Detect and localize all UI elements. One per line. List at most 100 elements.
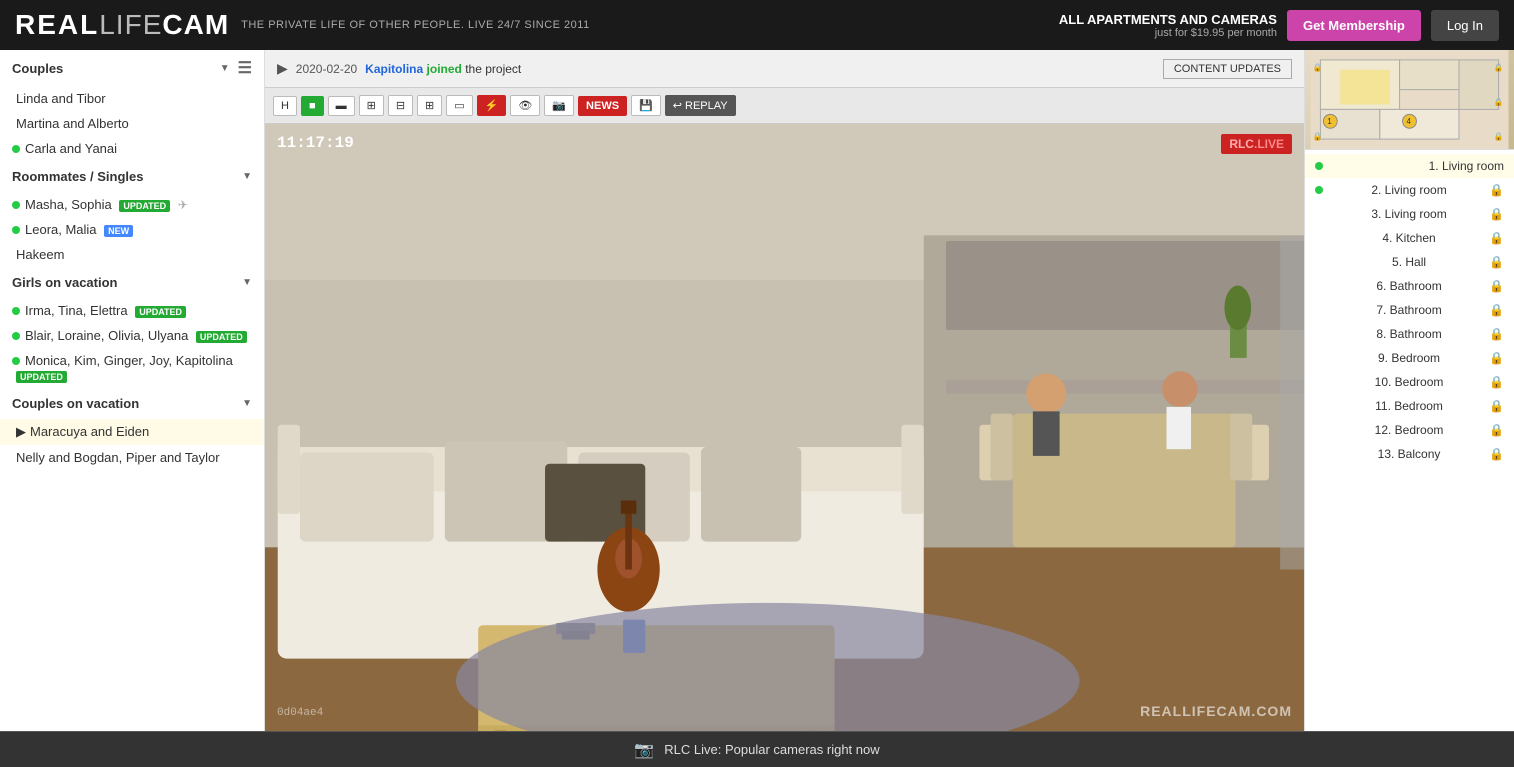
room-name: 2. Living room — [1371, 183, 1446, 197]
logo: REALLIFECAM — [15, 9, 229, 41]
girls-vacation-dropdown-icon: ▼ — [242, 277, 252, 288]
content-updates-button[interactable]: CONTENT UPDATES — [1163, 59, 1292, 79]
room-item-11[interactable]: 11. Bedroom 🔒 — [1305, 394, 1514, 418]
room-name: 11. Bedroom — [1375, 399, 1443, 413]
room-item-2[interactable]: 2. Living room 🔒 — [1305, 178, 1514, 202]
toolbar-btn-motion[interactable]: ⚡ — [477, 95, 507, 116]
online-dot — [12, 226, 20, 234]
sidebar-item-martina-alberto[interactable]: Martina and Alberto — [0, 111, 264, 136]
toolbar-btn-news[interactable]: NEWS — [578, 96, 627, 116]
cam-timestamp: 11:17:19 — [277, 134, 354, 152]
toolbar-btn-record[interactable]: ■ — [301, 96, 324, 116]
room-online-dot — [1315, 186, 1323, 194]
room-name: 7. Bathroom — [1376, 303, 1441, 317]
toolbar-btn-split2[interactable]: ⊞ — [359, 95, 384, 116]
sidebar-item-blair-group[interactable]: Blair, Loraine, Olivia, Ulyana UPDATED — [0, 323, 264, 348]
svg-text:🔒: 🔒 — [1312, 63, 1322, 72]
toolbar-btn-grid4[interactable]: ⊞ — [417, 95, 442, 116]
cam-live-label: RLC — [1229, 137, 1254, 151]
svg-text:🔒: 🔒 — [1312, 132, 1322, 141]
updated-badge: UPDATED — [16, 371, 67, 383]
room-name: 13. Balcony — [1378, 447, 1441, 461]
lock-icon: 🔒 — [1489, 423, 1504, 437]
new-badge: NEW — [104, 225, 133, 237]
updated-badge: UPDATED — [196, 331, 247, 343]
toolbar-btn-save[interactable]: 💾 — [631, 95, 661, 116]
online-dot — [12, 307, 20, 315]
lock-icon: 🔒 — [1489, 399, 1504, 413]
lock-icon: 🔒 — [1489, 183, 1504, 197]
sidebar-item-carla-yanai[interactable]: Carla and Yanai — [0, 136, 264, 161]
room-item-13[interactable]: 13. Balcony 🔒 — [1305, 442, 1514, 466]
plane-icon: ✈ — [178, 198, 188, 212]
sidebar-item-monica-group[interactable]: Monica, Kim, Ginger, Joy, Kapitolina UPD… — [0, 348, 264, 388]
toolbar-btn-camera[interactable]: 📷 — [544, 95, 574, 116]
room-item-6[interactable]: 6. Bathroom 🔒 — [1305, 274, 1514, 298]
room-name: 5. Hall — [1392, 255, 1426, 269]
room-item-7[interactable]: 7. Bathroom 🔒 — [1305, 298, 1514, 322]
cam-topbar: ▶ 2020-02-20 Kapitolina joined the proje… — [265, 50, 1304, 88]
room-name: 12. Bedroom — [1375, 423, 1444, 437]
toolbar-btn-split3[interactable]: ⊟ — [388, 95, 413, 116]
room-name: 3. Living room — [1371, 207, 1446, 221]
sidebar-section-roommates[interactable]: Roommates / Singles ▼ — [0, 161, 264, 192]
sidebar-item-linda-tibor[interactable]: Linda and Tibor — [0, 86, 264, 111]
all-apts-title: ALL APARTMENTS AND CAMERAS — [1059, 12, 1277, 27]
toolbar-btn-h[interactable]: H — [273, 96, 297, 116]
cam-event-rest: the project — [465, 62, 521, 76]
lock-icon: 🔒 — [1489, 375, 1504, 389]
room-item-12[interactable]: 12. Bedroom 🔒 — [1305, 418, 1514, 442]
cam-event: Kapitolina joined the project — [365, 62, 521, 76]
svg-text:🔒: 🔒 — [1494, 132, 1504, 141]
room-item-5[interactable]: 5. Hall🔒 — [1305, 250, 1514, 274]
cam-date: 2020-02-20 — [296, 62, 357, 76]
sidebar-item-hakeem[interactable]: Hakeem — [0, 242, 264, 267]
toolbar-btn-eye[interactable]: 👁 — [510, 95, 540, 116]
lock-icon: 🔒 — [1489, 327, 1504, 341]
online-dot — [12, 145, 20, 153]
lock-icon: 🔒 — [1489, 447, 1504, 461]
svg-text:🔒: 🔒 — [1494, 97, 1504, 106]
online-dot — [12, 357, 20, 365]
sidebar-item-leora-malia[interactable]: Leora, Malia NEW — [0, 217, 264, 242]
room-item-9[interactable]: 9. Bedroom🔒 — [1305, 346, 1514, 370]
room-item-8[interactable]: 8. Bathroom🔒 — [1305, 322, 1514, 346]
updated-badge: UPDATED — [119, 200, 170, 212]
hamburger-icon[interactable]: ☰ — [238, 58, 252, 78]
sidebar-section-girls-vacation[interactable]: Girls on vacation ▼ — [0, 267, 264, 298]
sidebar-section-couples[interactable]: Couples ▼ ☰ — [0, 50, 264, 86]
room-name: 9. Bedroom — [1378, 351, 1440, 365]
get-membership-button[interactable]: Get Membership — [1287, 10, 1421, 41]
lock-icon: 🔒 — [1489, 303, 1504, 317]
room-item-1[interactable]: 1. Living room — [1305, 154, 1514, 178]
room-name: 6. Bathroom — [1376, 279, 1441, 293]
sidebar: Couples ▼ ☰ Linda and Tibor Martina and … — [0, 50, 265, 731]
online-dot — [12, 201, 20, 209]
updated-badge: UPDATED — [135, 306, 186, 318]
room-item-10[interactable]: 10. Bedroom 🔒 — [1305, 370, 1514, 394]
sidebar-item-maracuya-eiden[interactable]: ▶Maracuya and Eiden — [0, 419, 264, 445]
toolbar-btn-fullscreen[interactable]: ▬ — [328, 96, 355, 116]
room-item-4[interactable]: 4. Kitchen🔒 — [1305, 226, 1514, 250]
all-apartments-label: ALL APARTMENTS AND CAMERAS just for $19.… — [1059, 12, 1277, 39]
cam-topbar-back-button[interactable]: ▶ — [277, 60, 288, 77]
sidebar-section-couples-vacation[interactable]: Couples on vacation ▼ — [0, 388, 264, 419]
sidebar-item-nelly-bogdan[interactable]: Nelly and Bogdan, Piper and Taylor — [0, 445, 264, 470]
lock-icon: 🔒 — [1489, 231, 1504, 245]
login-button[interactable]: Log In — [1431, 10, 1499, 41]
logo-area: REALLIFECAM THE PRIVATE LIFE OF OTHER PE… — [15, 9, 590, 41]
room-item-3[interactable]: 3. Living room🔒 — [1305, 202, 1514, 226]
cam-code: 0d04ae4 — [277, 707, 323, 719]
toolbar-btn-widescreen[interactable]: ▭ — [446, 95, 472, 116]
lock-icon: 🔒 — [1489, 279, 1504, 293]
couples-dropdown-icon: ▼ — [220, 63, 230, 74]
room-online-dot — [1315, 162, 1323, 170]
sidebar-item-irma-tina-elettra[interactable]: Irma, Tina, Elettra UPDATED — [0, 298, 264, 323]
sidebar-item-masha-sophia[interactable]: Masha, Sophia UPDATED ✈ — [0, 192, 264, 217]
svg-text:1: 1 — [1327, 117, 1332, 126]
toolbar-btn-replay[interactable]: ↩ REPLAY — [665, 95, 736, 116]
camera-area: ▶ 2020-02-20 Kapitolina joined the proje… — [265, 50, 1304, 731]
tagline: THE PRIVATE LIFE OF OTHER PEOPLE. LIVE 2… — [241, 19, 590, 31]
apartment-map: 1 4 🔒 🔒 🔒 🔒 🔒 — [1305, 50, 1514, 150]
room-name: 10. Bedroom — [1375, 375, 1444, 389]
